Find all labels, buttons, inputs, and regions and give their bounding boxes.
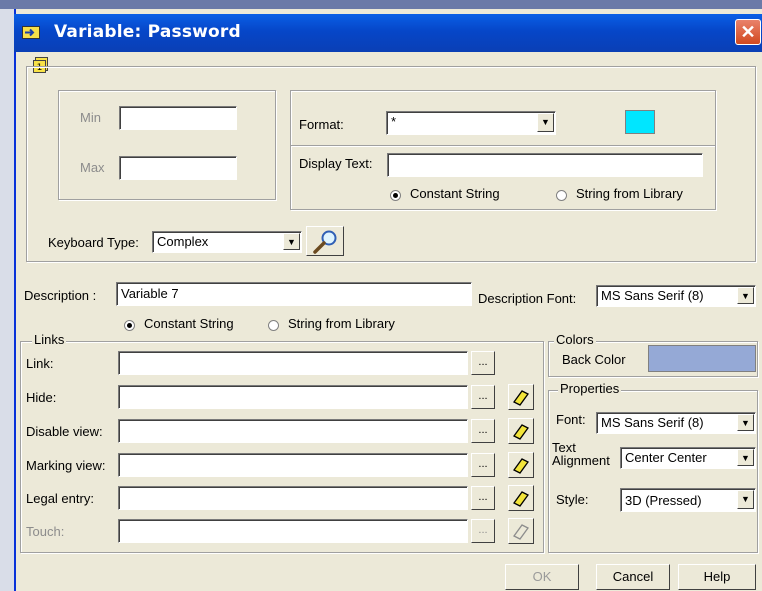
chevron-down-icon[interactable]: ▼ <box>537 113 554 132</box>
window-title: Variable: Password <box>54 22 241 42</box>
disable-view-browse-button[interactable]: ... <box>471 419 495 443</box>
text-alignment-select[interactable]: Center Center ▼ <box>620 447 756 469</box>
links-group-label: Links <box>32 332 67 347</box>
chevron-down-icon[interactable]: ▼ <box>737 490 754 509</box>
display-library-radio[interactable] <box>556 190 567 201</box>
close-button[interactable]: ✕ <box>735 19 761 45</box>
style-select[interactable]: 3D (Pressed) ▼ <box>620 488 756 512</box>
description-label: Description : <box>24 288 97 303</box>
description-font-label: Description Font: <box>478 291 577 306</box>
disable-view-label: Disable view: <box>26 424 103 439</box>
link-label: Link: <box>26 356 54 371</box>
min-input[interactable] <box>119 106 237 130</box>
hide-input[interactable] <box>118 385 468 409</box>
legal-entry-clear-button[interactable] <box>508 485 534 511</box>
cancel-button[interactable]: Cancel <box>596 564 670 590</box>
format-divider <box>291 145 715 146</box>
eraser-icon <box>513 524 529 540</box>
display-text-label: Display Text: <box>299 156 373 171</box>
eraser-icon <box>513 491 529 507</box>
eraser-icon <box>513 424 529 440</box>
disable-view-clear-button[interactable] <box>508 418 534 444</box>
back-color-label: Back Color <box>562 352 626 367</box>
chevron-down-icon[interactable]: ▼ <box>737 449 754 466</box>
display-library-label: String from Library <box>576 186 683 201</box>
back-color-swatch[interactable] <box>648 345 756 372</box>
keyboard-search-button[interactable] <box>306 226 344 256</box>
touch-input <box>118 519 468 543</box>
chevron-down-icon[interactable]: ▼ <box>737 287 754 304</box>
marking-view-clear-button[interactable] <box>508 452 534 478</box>
colors-group-label: Colors <box>554 332 596 347</box>
format-color-swatch[interactable] <box>625 110 655 134</box>
max-label: Max <box>80 160 105 175</box>
font-select[interactable]: MS Sans Serif (8) ▼ <box>596 412 756 434</box>
max-input[interactable] <box>119 156 237 180</box>
link-input[interactable] <box>118 351 468 375</box>
link-browse-button[interactable]: ... <box>471 351 495 375</box>
marking-view-browse-button[interactable]: ... <box>471 453 495 477</box>
min-label: Min <box>80 110 101 125</box>
disable-view-input[interactable] <box>118 419 468 443</box>
description-constant-label: Constant String <box>144 316 234 331</box>
style-label: Style: <box>556 492 589 507</box>
description-library-radio[interactable] <box>268 320 279 331</box>
display-constant-label: Constant String <box>410 186 500 201</box>
eraser-icon <box>513 458 529 474</box>
font-label: Font: <box>556 412 586 427</box>
format-select[interactable]: * ▼ <box>386 111 556 135</box>
description-library-label: String from Library <box>288 316 395 331</box>
chevron-down-icon[interactable]: ▼ <box>283 233 300 250</box>
marking-view-input[interactable] <box>118 453 468 477</box>
touch-label: Touch: <box>26 524 65 539</box>
ok-button[interactable]: OK <box>505 564 579 590</box>
touch-clear-button <box>508 518 534 544</box>
text-alignment-label: Text Alignment <box>552 440 610 468</box>
hide-label: Hide: <box>26 390 57 405</box>
magnifier-icon <box>313 230 337 254</box>
desktop-background <box>0 0 762 9</box>
chevron-down-icon[interactable]: ▼ <box>737 414 754 431</box>
display-constant-radio[interactable] <box>390 190 401 201</box>
close-icon: ✕ <box>740 22 756 42</box>
hide-browse-button[interactable]: ... <box>471 385 495 409</box>
keyboard-type-select[interactable]: Complex ▼ <box>152 231 302 253</box>
display-text-input[interactable] <box>387 153 703 177</box>
help-button[interactable]: Help <box>678 564 756 590</box>
format-label: Format: <box>299 117 344 132</box>
touch-browse-button: ... <box>471 519 495 543</box>
keyboard-type-label: Keyboard Type: <box>48 235 139 250</box>
legal-entry-browse-button[interactable]: ... <box>471 486 495 510</box>
properties-group-label: Properties <box>558 381 622 396</box>
legal-entry-label: Legal entry: <box>26 491 94 506</box>
marking-view-label: Marking view: <box>26 458 106 473</box>
description-constant-radio[interactable] <box>124 320 135 331</box>
hide-clear-button[interactable] <box>508 384 534 410</box>
background-window-edge <box>0 9 14 591</box>
eraser-icon <box>513 390 529 406</box>
variable-icon <box>22 26 40 39</box>
description-input[interactable]: Variable 7 <box>116 282 472 306</box>
legal-entry-input[interactable] <box>118 486 468 510</box>
description-font-select[interactable]: MS Sans Serif (8) ▼ <box>596 285 756 307</box>
